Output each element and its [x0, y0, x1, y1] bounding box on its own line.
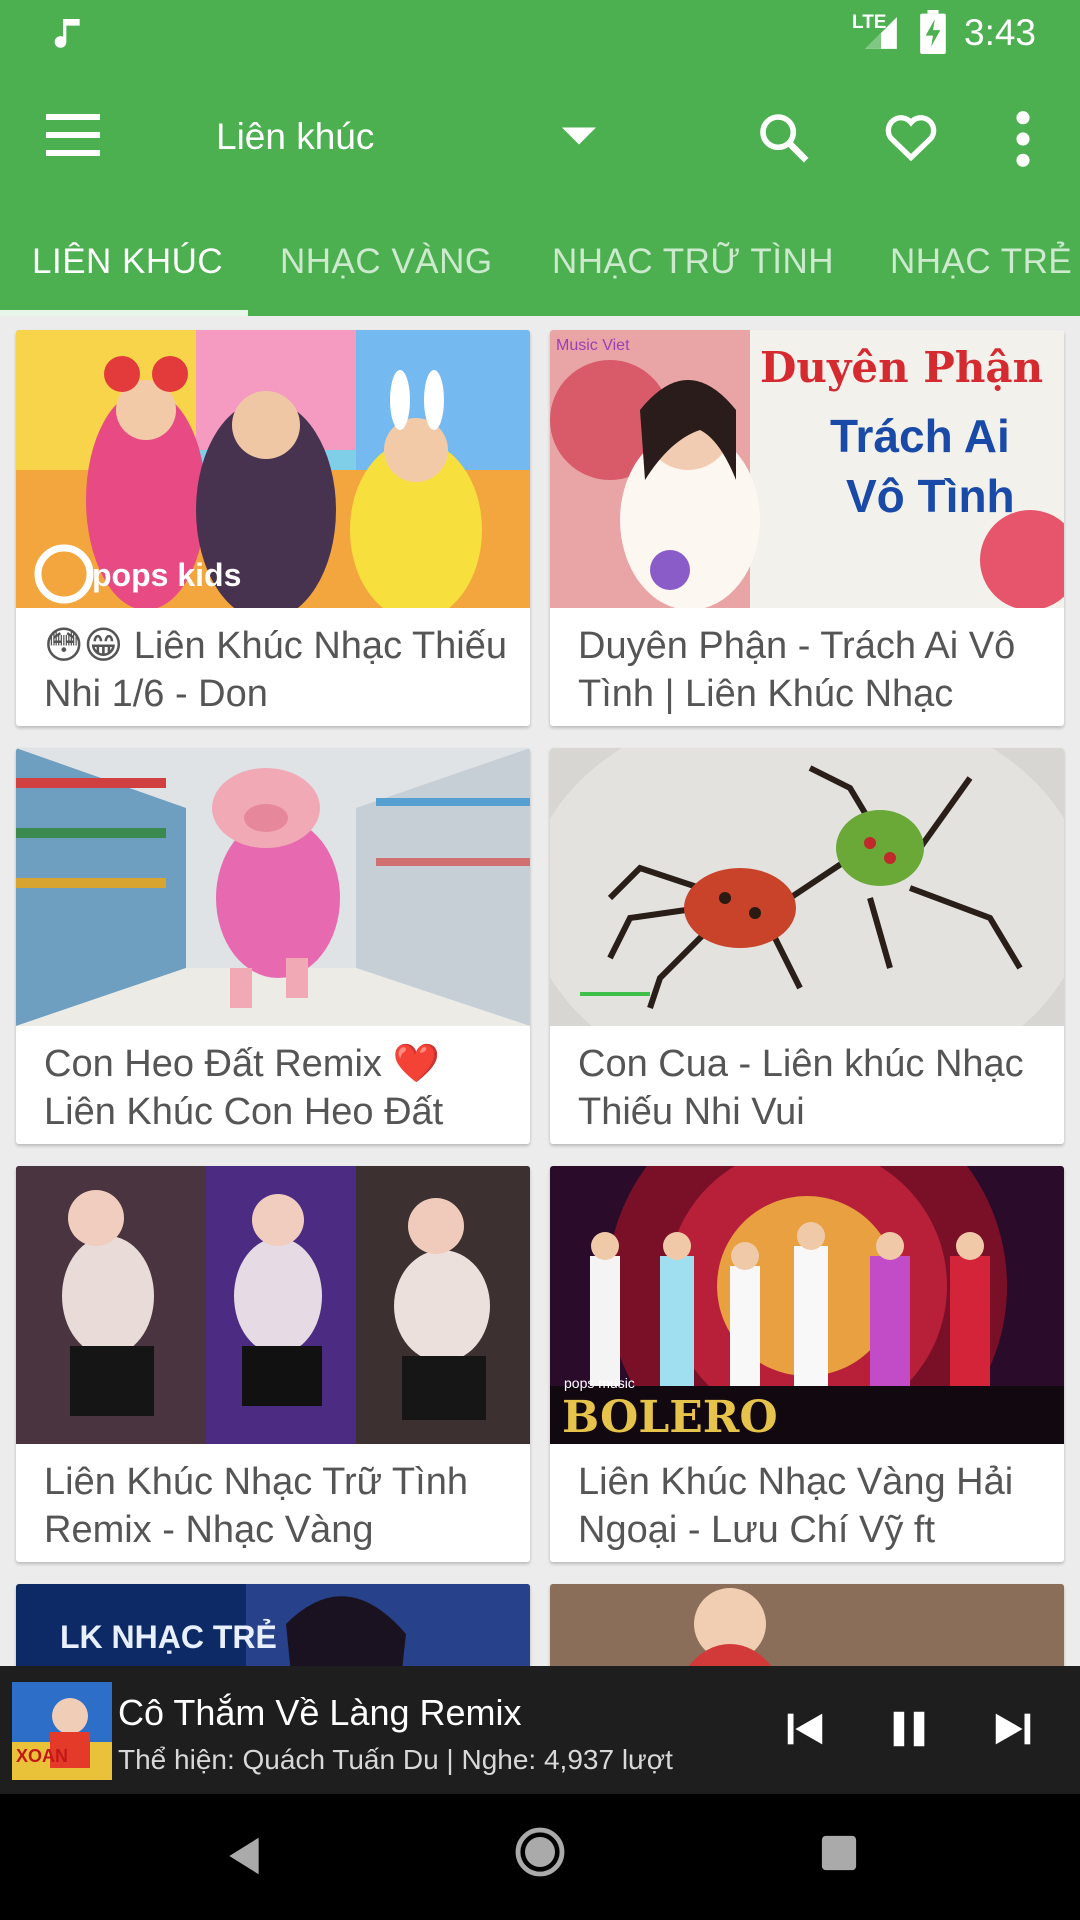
video-card[interactable]: pops kids 😳😁 Liên Khúc Nhạc Thiếu Nhi 1/…: [16, 330, 530, 726]
video-thumbnail: [550, 748, 1064, 1026]
svg-text:LK NHẠC TRẺ: LK NHẠC TRẺ: [60, 1619, 277, 1655]
system-nav-bar: [0, 1794, 1080, 1920]
svg-text:pops music: pops music: [564, 1375, 635, 1391]
video-thumbnail: Music Viet Duyên Phận Trách Ai Vô Tình: [550, 330, 1064, 608]
skip-next-icon[interactable]: [990, 1706, 1036, 1752]
tab-lien-khuc[interactable]: LIÊN KHÚC: [32, 242, 223, 282]
now-playing-meta: Thể hiện: Quách Tuấn Du | Nghe: 4,937 lư…: [118, 1744, 673, 1775]
video-title: Liên Khúc Nhạc Trữ Tình Remix - Nhạc Vàn…: [44, 1461, 468, 1551]
video-card[interactable]: Con Heo Đất Remix ❤️ Liên Khúc Con Heo Đ…: [16, 748, 530, 1144]
video-thumbnail: pops music BOLERO: [550, 1166, 1064, 1444]
video-title: Duyên Phận - Trách Ai Vô Tình | Liên Khú…: [578, 625, 1016, 715]
video-card[interactable]: LK NHẠC TRẺ: [16, 1584, 530, 1666]
back-icon[interactable]: [222, 1834, 266, 1878]
signal-icon: [865, 17, 897, 49]
video-card[interactable]: Liên Khúc Nhạc Trữ Tình Remix - Nhạc Vàn…: [16, 1166, 530, 1562]
status-bar: LTE 3:43: [0, 0, 1080, 66]
svg-text:pops kids: pops kids: [92, 557, 241, 593]
video-thumbnail: [550, 1584, 1064, 1666]
svg-text:Music Viet: Music Viet: [556, 337, 630, 354]
mini-player[interactable]: XOAN Cô Thắm Về Làng Remix Thể hiện: Quá…: [0, 1666, 1080, 1794]
battery-charging-icon: [920, 10, 946, 54]
svg-text:Vô Tình: Vô Tình: [846, 470, 1015, 522]
heart-icon[interactable]: [882, 108, 940, 166]
recent-apps-icon[interactable]: [820, 1834, 858, 1872]
album-art: XOAN: [12, 1682, 112, 1780]
app-screen: LTE 3:43 Liên khúc LIÊN KHÚC NHẠC VÀNG N…: [0, 0, 1080, 1920]
video-thumbnail: [16, 748, 530, 1026]
tab-nhac-tru-tinh[interactable]: NHẠC TRỮ TÌNH: [552, 242, 834, 282]
video-grid: pops kids 😳😁 Liên Khúc Nhạc Thiếu Nhi 1/…: [0, 316, 1080, 1666]
svg-text:Duyên Phận: Duyên Phận: [760, 343, 1043, 392]
video-title: Con Heo Đất Remix ❤️ Liên Khúc Con Heo Đ…: [44, 1043, 444, 1133]
video-title: 😳😁 Liên Khúc Nhạc Thiếu Nhi 1/6 - Don: [44, 625, 507, 715]
video-title: Con Cua - Liên khúc Nhạc Thiếu Nhi Vui: [578, 1043, 1024, 1133]
skip-previous-icon[interactable]: [782, 1706, 828, 1752]
svg-text:Trách Ai: Trách Ai: [830, 410, 1010, 462]
tab-nhac-vang[interactable]: NHẠC VÀNG: [280, 242, 493, 282]
pause-icon[interactable]: [886, 1704, 932, 1754]
tab-nhac-tre[interactable]: NHẠC TRẺ C: [890, 242, 1080, 282]
category-tabs: LIÊN KHÚC NHẠC VÀNG NHẠC TRỮ TÌNH NHẠC T…: [0, 212, 1080, 316]
home-icon[interactable]: [514, 1826, 566, 1878]
dropdown-arrow-icon[interactable]: [562, 126, 596, 146]
svg-text:XOAN: XOAN: [16, 1746, 68, 1766]
menu-icon[interactable]: [46, 114, 100, 156]
svg-text:BOLERO: BOLERO: [562, 1392, 778, 1443]
video-card[interactable]: Con Cua - Liên khúc Nhạc Thiếu Nhi Vui: [550, 748, 1064, 1144]
app-bar: Liên khúc: [0, 66, 1080, 212]
video-card[interactable]: Music Viet Duyên Phận Trách Ai Vô Tình D…: [550, 330, 1064, 726]
video-thumbnail: [16, 1166, 530, 1444]
status-time: 3:43: [964, 12, 1037, 53]
video-card[interactable]: [550, 1584, 1064, 1666]
video-card[interactable]: pops music BOLERO Liên Khúc Nhạc Vàng Hả…: [550, 1166, 1064, 1562]
search-icon[interactable]: [756, 110, 812, 166]
video-thumbnail: pops kids: [16, 330, 530, 608]
category-title[interactable]: Liên khúc: [216, 116, 374, 158]
video-thumbnail: LK NHẠC TRẺ: [16, 1584, 530, 1666]
more-vert-icon[interactable]: [1008, 110, 1038, 168]
video-title: Liên Khúc Nhạc Vàng Hải Ngoại - Lưu Chí …: [578, 1461, 1014, 1551]
music-note-icon: [54, 19, 80, 48]
now-playing-title: Cô Thắm Về Làng Remix: [118, 1692, 522, 1733]
